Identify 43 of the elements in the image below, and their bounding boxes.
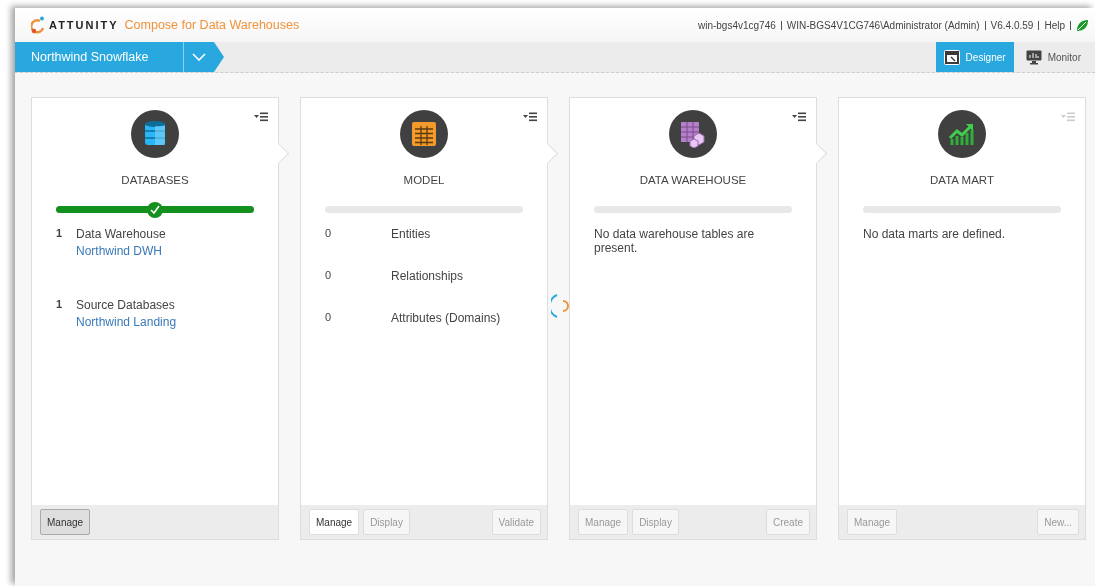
item-label: Entities xyxy=(391,227,431,241)
view-tab[interactable]: Monitor xyxy=(1017,42,1089,72)
view-tab-label: Designer xyxy=(965,51,1006,63)
database-link[interactable]: Northwind DWH xyxy=(76,244,166,258)
view-tab[interactable]: Designer xyxy=(935,42,1014,72)
action-button[interactable]: Manage xyxy=(40,509,91,535)
item-count: 1 xyxy=(56,298,64,312)
item-label: Data Warehouse xyxy=(76,227,166,241)
header-info: win-bgs4v1cg746 xyxy=(697,19,776,31)
brand-name: ATTUNITY xyxy=(49,19,119,31)
growth-chart-icon xyxy=(948,121,976,147)
table-cubes-icon xyxy=(679,120,707,148)
design-window-icon xyxy=(943,49,960,65)
item-count: 0 xyxy=(325,311,333,325)
item-label: Attributes (Domains) xyxy=(391,311,501,325)
view-tab-label: Monitor xyxy=(1047,51,1081,63)
product-name: Compose for Data Warehouses xyxy=(124,18,300,32)
menu-icon[interactable] xyxy=(792,112,806,122)
stage-title: MODEL xyxy=(403,174,445,186)
stage-title: DATA WAREHOUSE xyxy=(639,174,747,186)
database-link[interactable]: Northwind Landing xyxy=(76,315,177,329)
header-info: V6.4.0.59 xyxy=(990,19,1034,31)
help-link[interactable]: Help xyxy=(1044,19,1065,31)
stage-title: DATA MART xyxy=(930,174,994,186)
chevron-down-icon xyxy=(192,53,206,61)
item-label: Source Databases xyxy=(76,298,176,312)
menu-icon[interactable] xyxy=(254,112,268,122)
stage-title: DATABASES xyxy=(121,174,189,186)
database-icon xyxy=(144,120,166,148)
logo-icon xyxy=(31,16,45,34)
menu-icon[interactable] xyxy=(523,112,537,122)
item-count: 0 xyxy=(325,269,333,283)
action-button[interactable]: Manage xyxy=(309,509,360,535)
item-count: 1 xyxy=(56,227,64,241)
empty-message: No data warehouse tables are present. xyxy=(594,227,755,255)
monitor-icon xyxy=(1025,49,1042,65)
empty-message: No data marts are defined. xyxy=(863,227,1006,241)
header-info: WIN-BGS4V1CG746\Administrator (Admin) xyxy=(786,19,980,31)
project-name[interactable]: Northwind Snowflake xyxy=(15,42,184,72)
table-icon xyxy=(411,121,437,147)
item-label: Relationships xyxy=(391,269,464,283)
item-count: 0 xyxy=(325,227,333,241)
leaf-icon xyxy=(1076,18,1089,32)
